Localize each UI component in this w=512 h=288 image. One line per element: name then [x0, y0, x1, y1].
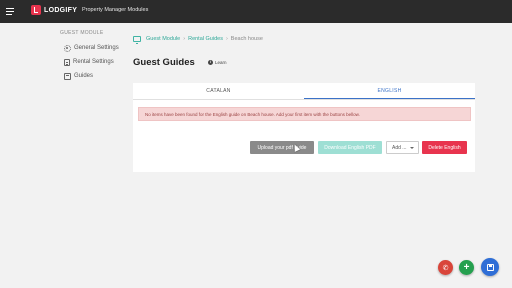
app-title: Property Manager Modules: [82, 7, 149, 13]
breadcrumb-guest-module[interactable]: Guest Module: [146, 36, 180, 42]
tab-catalan[interactable]: CATALAN: [133, 83, 304, 99]
breadcrumb-separator: ›: [225, 36, 228, 42]
add-button[interactable]: +: [459, 260, 474, 275]
guide-actions: Upload your pdf guide Download English P…: [133, 141, 475, 154]
home-icon[interactable]: [133, 36, 141, 44]
learn-label: Learn: [215, 60, 227, 65]
breadcrumb-rental-guides[interactable]: Rental Guides: [188, 36, 223, 42]
call-button[interactable]: ✆: [438, 260, 453, 275]
sidebar-item-guides[interactable]: Guides: [64, 69, 132, 83]
save-icon: [486, 263, 494, 271]
alert-message: No items have been found for the English…: [145, 111, 360, 117]
delete-english-button[interactable]: Delete English: [422, 141, 467, 154]
phone-icon: ✆: [442, 264, 449, 272]
download-pdf-button[interactable]: Download English PDF: [318, 141, 382, 154]
gear-icon: [64, 44, 71, 52]
learn-button[interactable]: i Learn: [208, 60, 227, 65]
upload-pdf-button[interactable]: Upload your pdf guide: [250, 141, 314, 154]
breadcrumb: Guest Module › Rental Guides › Beach hou…: [133, 36, 263, 44]
top-bar: LODGIFY Property Manager Modules: [0, 0, 512, 23]
lodgify-logo-icon: [31, 5, 41, 15]
logo-text: LODGIFY: [44, 6, 78, 14]
guide-icon: [64, 72, 71, 80]
tab-english[interactable]: ENGLISH: [304, 83, 475, 99]
language-tabs: CATALAN ENGLISH: [133, 83, 475, 100]
breadcrumb-separator: ›: [183, 36, 186, 42]
sidebar: GUEST MODULE General Settings Rental Set…: [60, 30, 132, 83]
document-icon: [64, 58, 70, 66]
breadcrumb-current: Beach house: [230, 36, 263, 42]
sidebar-item-label: Rental Settings: [73, 59, 114, 65]
guide-card: CATALAN ENGLISH No items have been found…: [133, 83, 475, 172]
page-title: Guest Guides: [133, 57, 195, 68]
info-icon: i: [208, 60, 213, 65]
save-button[interactable]: [481, 258, 499, 276]
plus-icon: +: [463, 262, 470, 273]
hamburger-menu-icon[interactable]: [6, 8, 14, 15]
chevron-down-icon: [410, 147, 414, 149]
sidebar-item-general-settings[interactable]: General Settings: [64, 41, 132, 55]
add-item-dropdown[interactable]: Add ...: [386, 141, 419, 154]
sidebar-item-label: Guides: [74, 73, 94, 79]
sidebar-item-rental-settings[interactable]: Rental Settings: [64, 55, 132, 69]
sidebar-heading: GUEST MODULE: [60, 30, 104, 36]
add-item-label: Add ...: [392, 144, 407, 151]
sidebar-item-label: General Settings: [74, 45, 119, 51]
lodgify-logo[interactable]: LODGIFY: [31, 5, 77, 15]
empty-guide-alert: No items have been found for the English…: [138, 107, 471, 121]
